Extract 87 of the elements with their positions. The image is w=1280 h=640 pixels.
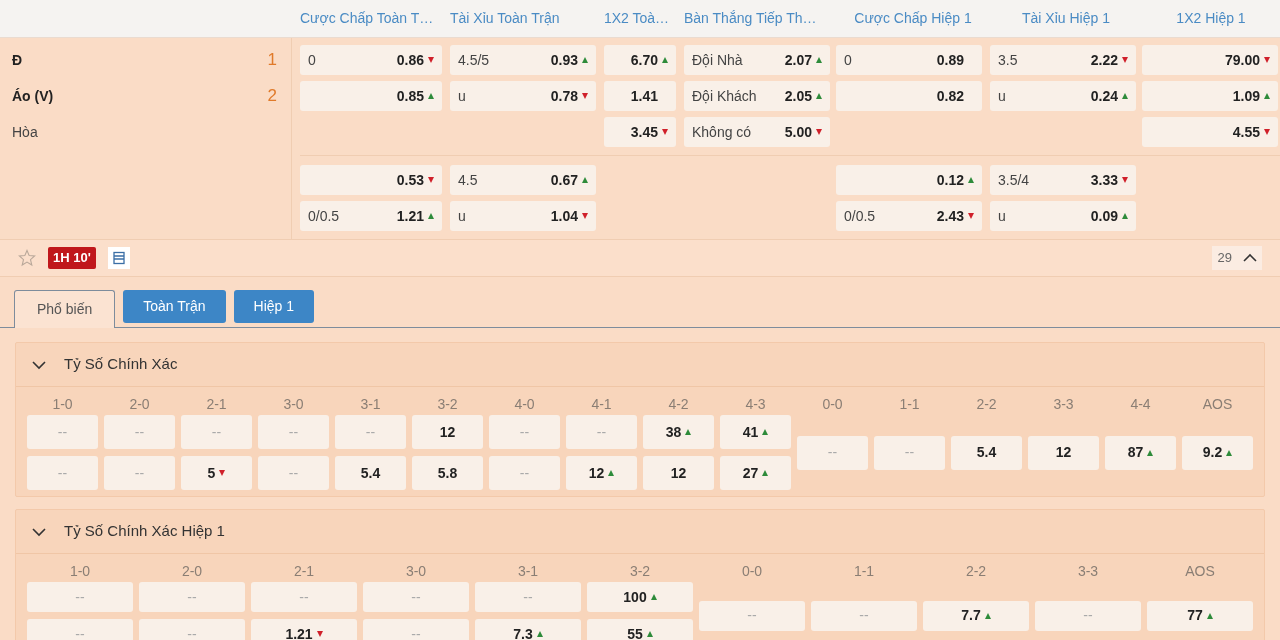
odds-button[interactable]: 0.82 — [836, 81, 982, 111]
odds-button[interactable]: 6.70 — [604, 45, 676, 75]
odds-button[interactable]: Đội Nhà 2.07 — [684, 45, 830, 75]
score-label: 0-0 — [822, 395, 843, 414]
odds-button[interactable]: 3.5 2.22 — [990, 45, 1136, 75]
score-label: 2-2 — [976, 395, 997, 414]
odds-button[interactable]: 0 0.86 — [300, 45, 442, 75]
odds-button[interactable]: 12 — [412, 415, 483, 449]
score-label: 4-1 — [591, 395, 612, 414]
score-label: 2-1 — [293, 562, 315, 581]
odds-button[interactable]: 4.5/5 0.93 — [450, 45, 596, 75]
score-label: 2-1 — [206, 395, 227, 414]
team-name: Áo (V) — [12, 86, 54, 106]
odds-button[interactable]: 0 0.89 — [836, 45, 982, 75]
odds-button[interactable]: 12 — [1028, 435, 1099, 470]
score-label: 3-1 — [360, 395, 381, 414]
tab[interactable]: Hiệp 1 — [233, 290, 314, 323]
odds-button[interactable]: u 0.78 — [450, 81, 596, 111]
odds-button[interactable]: 27 — [720, 456, 791, 490]
score-label: 4-4 — [1130, 395, 1151, 414]
odds-button[interactable]: 3.45 — [604, 117, 676, 147]
tab[interactable]: Phổ biến — [14, 290, 116, 328]
list-icon — [111, 251, 126, 265]
score-label: AOS — [1202, 395, 1233, 414]
score-label: AOS — [1185, 562, 1215, 581]
score-label: 3-1 — [517, 562, 539, 581]
odds-button[interactable]: 12 — [566, 456, 637, 490]
odds-button[interactable]: 7.3 — [475, 619, 581, 640]
odds-button[interactable]: 0.12 — [836, 165, 982, 195]
score-label: 3-3 — [1053, 395, 1074, 414]
score-label: 3-0 — [405, 562, 427, 581]
team-name: Hòa — [12, 122, 38, 142]
score-label: 4-3 — [745, 395, 766, 414]
odds-button[interactable]: 1.21 — [251, 619, 357, 640]
market-count: 29 — [1211, 246, 1238, 270]
live-time-badge: 1H 10' — [48, 247, 96, 269]
odds-button[interactable]: 0/0.5 2.43 — [836, 201, 982, 231]
score-label: 3-0 — [283, 395, 304, 414]
odds-button[interactable]: 55 — [587, 619, 693, 640]
odds-button[interactable]: 4.5 0.67 — [450, 165, 596, 195]
score-label: 1-0 — [52, 395, 73, 414]
odds-button[interactable]: u 0.24 — [990, 81, 1136, 111]
odds-button[interactable]: 5 — [181, 456, 252, 490]
team-number: 1 — [267, 49, 277, 72]
odds-button[interactable]: u 0.09 — [990, 201, 1136, 231]
odds-button[interactable]: 0.85 — [300, 81, 442, 111]
collapse-button[interactable] — [1238, 246, 1262, 270]
odds-button[interactable]: 41 — [720, 415, 791, 449]
odds-button[interactable]: 1.09 — [1142, 81, 1278, 111]
team-number: 2 — [267, 85, 277, 108]
odds-button[interactable]: 7.7 — [923, 600, 1029, 631]
score-label: 0-0 — [741, 562, 763, 581]
section-header[interactable]: Tỷ Số Chính Xác — [16, 343, 1264, 387]
section-header[interactable]: Tỷ Số Chính Xác Hiệp 1 — [16, 510, 1264, 554]
odds-button[interactable]: 0/0.5 1.21 — [300, 201, 442, 231]
score-label: 2-0 — [129, 395, 150, 414]
list-button[interactable] — [107, 247, 130, 269]
odds-button[interactable]: Đội Khách 2.05 — [684, 81, 830, 111]
odds-button[interactable]: 87 — [1105, 435, 1176, 470]
odds-button[interactable]: 5.4 — [951, 435, 1022, 470]
odds-button[interactable]: 77 — [1147, 600, 1253, 631]
odds-button[interactable]: 5.4 — [335, 456, 406, 490]
odds-button[interactable]: Không có 5.00 — [684, 117, 830, 147]
score-label: 3-2 — [629, 562, 651, 581]
team-name: Đ — [12, 50, 23, 70]
odds-button[interactable]: 79.00 — [1142, 45, 1278, 75]
odds-button[interactable]: 100 — [587, 582, 693, 612]
score-label: 2-0 — [181, 562, 203, 581]
odds-button[interactable]: 9.2 — [1182, 435, 1253, 470]
odds-button[interactable]: 4.55 — [1142, 117, 1278, 147]
chevron-up-icon — [1243, 253, 1257, 263]
score-label: 2-2 — [965, 562, 987, 581]
score-label: 3-2 — [437, 395, 458, 414]
score-label: 4-0 — [514, 395, 535, 414]
score-label: 3-3 — [1077, 562, 1099, 581]
score-label: 1-0 — [69, 562, 91, 581]
score-label: 1-1 — [853, 562, 875, 581]
odds-button[interactable]: 3.5/4 3.33 — [990, 165, 1136, 195]
score-label: 4-2 — [668, 395, 689, 414]
tab[interactable]: Toàn Trận — [123, 290, 226, 323]
odds-button[interactable]: u 1.04 — [450, 201, 596, 231]
odds-button[interactable]: 5.8 — [412, 456, 483, 490]
odds-button[interactable]: 38 — [643, 415, 714, 449]
odds-button[interactable]: 0.53 — [300, 165, 442, 195]
odds-button[interactable]: 12 — [643, 456, 714, 490]
score-label: 1-1 — [899, 395, 920, 414]
odds-button[interactable]: 1.41 — [604, 81, 676, 111]
